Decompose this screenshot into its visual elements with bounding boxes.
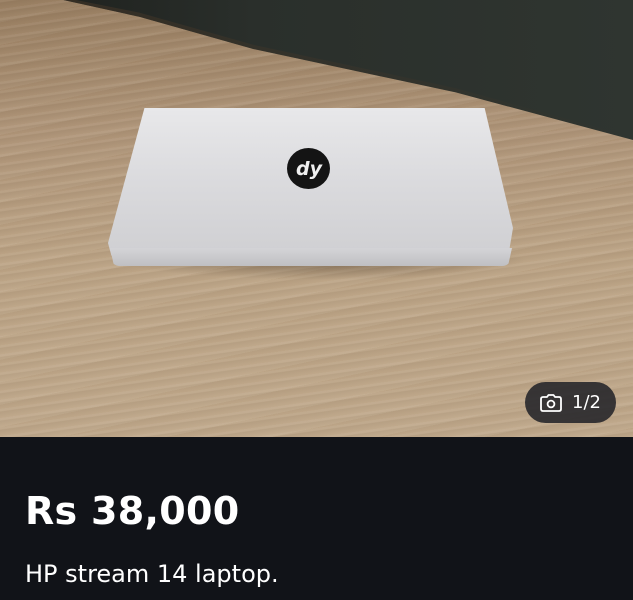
listing-title[interactable]: HP stream 14 laptop. — [25, 560, 279, 588]
laptop-base — [110, 248, 512, 266]
hp-logo-glyph: dy — [296, 158, 324, 180]
listing-price: Rs 38,000 — [25, 489, 240, 533]
photo-counter-text: 1/2 — [572, 392, 601, 413]
listing-card: dy 1/2 Rs 38,000 HP stream 14 laptop. — [0, 0, 633, 600]
camera-icon — [540, 393, 562, 412]
hp-logo-icon: dy — [287, 148, 330, 189]
photo-counter-badge[interactable]: 1/2 — [525, 382, 616, 423]
svg-text:dy: dy — [296, 158, 324, 180]
product-photo[interactable]: dy 1/2 — [0, 0, 633, 437]
listing-info: Rs 38,000 HP stream 14 laptop. — [0, 437, 633, 600]
